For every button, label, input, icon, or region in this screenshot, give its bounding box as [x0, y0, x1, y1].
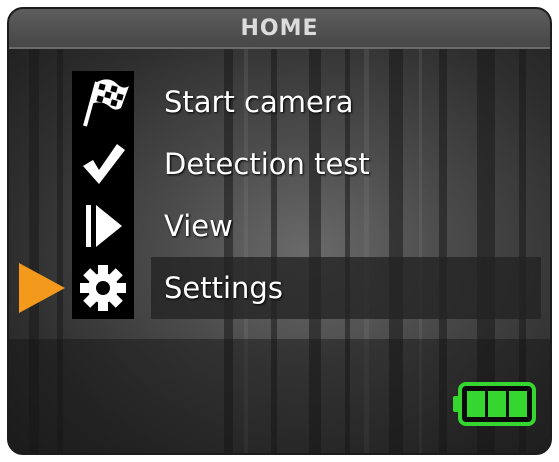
menu-item-label: Start camera [164, 85, 354, 119]
menu-item-label: View [164, 209, 233, 243]
page-title: HOME [240, 15, 319, 41]
menu-item-label: Settings [164, 271, 283, 305]
selection-cursor-icon [19, 263, 65, 313]
menu-item-detection-test[interactable]: Detection test [9, 133, 550, 195]
gear-icon [72, 257, 134, 319]
checkered-flag-icon [72, 71, 134, 133]
menu-item-view[interactable]: View [9, 195, 550, 257]
play-icon [72, 195, 134, 257]
menu-item-settings[interactable]: Settings [9, 257, 550, 319]
menu-item-start-camera[interactable]: Start camera [9, 71, 550, 133]
battery-icon [453, 382, 536, 426]
menu-item-label: Detection test [164, 147, 370, 181]
checkmark-icon [72, 133, 134, 195]
header-bar: HOME [9, 9, 550, 49]
camera-screen: HOME Start camera Detection test View Se… [7, 7, 552, 455]
